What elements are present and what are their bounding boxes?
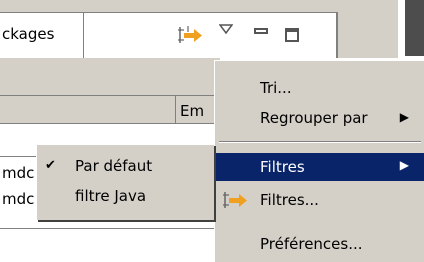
menu-item-label: Filtres	[260, 158, 305, 176]
maximize-icon[interactable]	[285, 28, 299, 42]
menu-item-preferences[interactable]: Préférences...	[215, 231, 424, 257]
submenu-item-par-defaut[interactable]: ✔ Par défaut	[37, 153, 215, 179]
submenu-arrow-icon: ▶	[399, 110, 409, 124]
dark-side-panel	[405, 0, 424, 56]
tab-row: ckages	[0, 0, 398, 58]
header-band	[0, 58, 220, 96]
column-divider[interactable]	[175, 96, 176, 124]
tab-edge	[336, 12, 338, 58]
filter-icon	[223, 192, 247, 208]
submenu-arrow-icon: ▶	[399, 158, 409, 172]
minimize-icon[interactable]	[254, 28, 268, 34]
menu-item-label: Regrouper par	[260, 109, 368, 127]
submenu-item-label: Par défaut	[75, 157, 153, 175]
submenu-item-label: filtre Java	[75, 187, 147, 205]
menu-item-filtres[interactable]: Filtres ▶	[215, 153, 424, 181]
view-tab[interactable]: ckages	[0, 12, 84, 58]
menu-item-label: Tri...	[260, 79, 292, 97]
menu-item-regrouper-par[interactable]: Regrouper par ▶	[215, 105, 424, 131]
menu-item-label: Filtres...	[260, 191, 319, 209]
menu-item-label: Préférences...	[260, 235, 363, 253]
link-with-editor-icon[interactable]	[176, 24, 204, 46]
table-row[interactable]: mdc	[2, 190, 34, 208]
submenu-item-filtre-java[interactable]: filtre Java	[37, 183, 215, 209]
column-header-em[interactable]: Em	[180, 102, 204, 120]
menu-item-filtres-dialog[interactable]: Filtres...	[215, 187, 424, 213]
table-row[interactable]: mdc	[2, 164, 34, 182]
checkmark-icon: ✔	[45, 158, 56, 173]
filtres-submenu: ✔ Par défaut filtre Java	[36, 144, 214, 220]
view-menu-icon[interactable]	[219, 24, 233, 34]
menu-separator	[219, 141, 421, 143]
menu-item-tri[interactable]: Tri...	[215, 75, 424, 101]
row-separator	[0, 228, 220, 229]
view-tab-label: ckages	[2, 25, 55, 43]
view-popup-menu: Tri... Regrouper par ▶ Filtres ▶ Filtres…	[214, 60, 424, 262]
